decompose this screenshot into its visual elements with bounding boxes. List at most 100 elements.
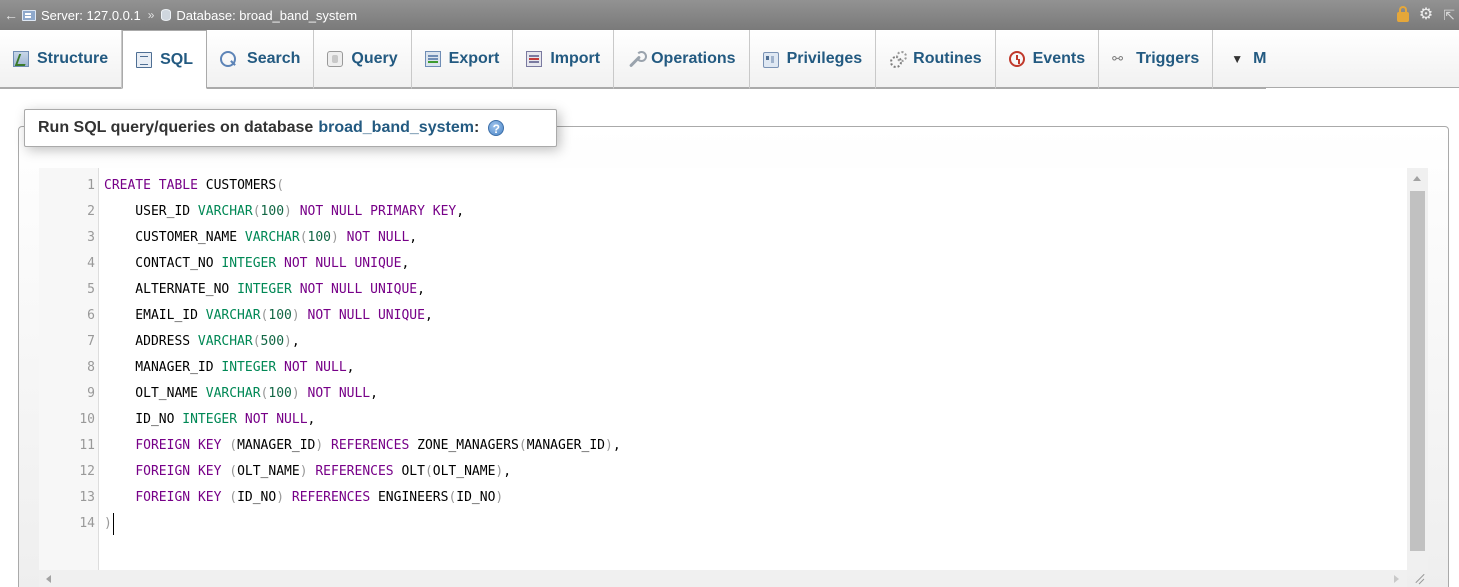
export-icon xyxy=(424,51,441,67)
tab-routines-label: Routines xyxy=(913,50,982,67)
code-line[interactable]: 13 FOREIGN KEY (ID_NO) REFERENCES ENGINE… xyxy=(39,485,1399,511)
tab-search[interactable]: Search xyxy=(207,30,315,89)
line-number: 9 xyxy=(87,386,95,401)
code-text[interactable]: CUSTOMER_NAME VARCHAR(100) NOT NULL, xyxy=(104,225,417,251)
topbar-actions: ⚙ ⇱ xyxy=(1396,0,1459,30)
back-arrow-icon[interactable]: ← xyxy=(0,7,22,23)
privileges-icon xyxy=(762,52,779,68)
tab-import[interactable]: Import xyxy=(513,30,615,89)
caret-down-icon: ▼ xyxy=(1231,52,1244,66)
search-icon xyxy=(220,51,237,67)
sql-editor[interactable]: 1 CREATE TABLE CUSTOMERS(2 USER_ID VARCHA… xyxy=(39,168,1428,570)
line-number: 6 xyxy=(87,308,95,323)
events-icon xyxy=(1008,51,1025,67)
line-number: 7 xyxy=(87,334,95,349)
code-line[interactable]: 7 ADDRESS VARCHAR(500), xyxy=(39,329,1399,355)
tab-query[interactable]: Query xyxy=(314,30,412,89)
code-text[interactable]: CREATE TABLE CUSTOMERS( xyxy=(104,173,284,199)
code-text[interactable]: ADDRESS VARCHAR(500), xyxy=(104,329,299,355)
scrollbar-thumb[interactable] xyxy=(1410,191,1425,551)
routines-icon xyxy=(889,51,908,68)
scroll-right-icon[interactable] xyxy=(1394,575,1399,583)
text-cursor xyxy=(112,512,114,535)
line-number: 3 xyxy=(87,230,95,245)
code-text[interactable]: CONTACT_NO INTEGER NOT NULL UNIQUE, xyxy=(104,251,409,277)
code-text[interactable]: ID_NO INTEGER NOT NULL, xyxy=(104,407,315,433)
editor-horizontal-scrollbar[interactable] xyxy=(39,570,1407,587)
tab-events-label: Events xyxy=(1032,50,1086,67)
line-number: 8 xyxy=(87,360,95,375)
code-text[interactable]: ALTERNATE_NO INTEGER NOT NULL UNIQUE, xyxy=(104,277,425,303)
code-text[interactable]: FOREIGN KEY (ID_NO) REFERENCES ENGINEERS… xyxy=(104,485,503,511)
line-number: 11 xyxy=(79,438,95,453)
code-line[interactable]: 2 USER_ID VARCHAR(100) NOT NULL PRIMARY … xyxy=(39,199,1399,225)
line-number: 4 xyxy=(87,256,95,271)
code-line[interactable]: 12 FOREIGN KEY (OLT_NAME) REFERENCES OLT… xyxy=(39,459,1399,485)
tab-operations[interactable]: Operations xyxy=(614,30,750,89)
code-text[interactable]: USER_ID VARCHAR(100) NOT NULL PRIMARY KE… xyxy=(104,199,464,225)
scroll-up-icon[interactable] xyxy=(1413,176,1421,181)
tab-export-label: Export xyxy=(448,50,500,67)
code-text[interactable]: MANAGER_ID INTEGER NOT NULL, xyxy=(104,355,354,381)
code-line[interactable]: 10 ID_NO INTEGER NOT NULL, xyxy=(39,407,1399,433)
triggers-icon: ⚯ xyxy=(1112,51,1123,66)
tab-privileges-label: Privileges xyxy=(786,50,863,67)
code-line[interactable]: 11 FOREIGN KEY (MANAGER_ID) REFERENCES Z… xyxy=(39,433,1399,459)
editor-vertical-scrollbar[interactable] xyxy=(1407,168,1428,570)
breadcrumb-database[interactable]: Database: broad_band_system xyxy=(161,8,357,23)
code-text[interactable]: FOREIGN KEY (MANAGER_ID) REFERENCES ZONE… xyxy=(104,433,620,459)
code-text[interactable]: OLT_NAME VARCHAR(100) NOT NULL, xyxy=(104,381,378,407)
tab-operations-label: Operations xyxy=(651,50,736,67)
tab-more-label: M xyxy=(1253,50,1267,67)
tab-structure[interactable]: Structure xyxy=(0,30,123,89)
resize-handle-icon[interactable] xyxy=(1412,572,1426,586)
line-number: 2 xyxy=(87,204,95,219)
tab-privileges[interactable]: Privileges xyxy=(749,30,877,89)
code-line[interactable]: 4 CONTACT_NO INTEGER NOT NULL UNIQUE, xyxy=(39,251,1399,277)
gear-icon[interactable]: ⚙ xyxy=(1419,7,1433,23)
tab-structure-label: Structure xyxy=(37,50,109,67)
code-text[interactable]: FOREIGN KEY (OLT_NAME) REFERENCES OLT(OL… xyxy=(104,459,511,485)
code-line[interactable]: 9 OLT_NAME VARCHAR(100) NOT NULL, xyxy=(39,381,1399,407)
code-line[interactable]: 6 EMAIL_ID VARCHAR(100) NOT NULL UNIQUE, xyxy=(39,303,1399,329)
code-line[interactable]: 3 CUSTOMER_NAME VARCHAR(100) NOT NULL, xyxy=(39,225,1399,251)
breadcrumb-server-label[interactable]: Server: 127.0.0.1 xyxy=(41,8,141,23)
tab-routines[interactable]: Routines xyxy=(876,30,996,89)
tab-triggers[interactable]: ⚯ Triggers xyxy=(1099,30,1214,89)
server-icon xyxy=(22,9,36,21)
tab-more[interactable]: ▼ M xyxy=(1213,30,1267,89)
sql-icon xyxy=(136,51,153,68)
line-number: 10 xyxy=(79,412,95,427)
line-number: 13 xyxy=(79,490,95,505)
line-number: 14 xyxy=(79,516,95,531)
query-icon xyxy=(327,51,344,67)
sql-panel-heading-text: Run SQL query/queries on database xyxy=(38,119,314,136)
breadcrumb-server[interactable]: Server: 127.0.0.1 xyxy=(22,8,141,23)
code-line[interactable]: 5 ALTERNATE_NO INTEGER NOT NULL UNIQUE, xyxy=(39,277,1399,303)
line-number: 1 xyxy=(87,178,95,193)
top-breadcrumb-bar: ← Server: 127.0.0.1 » Database: broad_ba… xyxy=(0,0,1459,30)
help-icon[interactable]: ? xyxy=(488,120,505,136)
code-line[interactable]: 14) xyxy=(39,511,1399,537)
tab-events[interactable]: Events xyxy=(995,30,1100,89)
tab-sql[interactable]: SQL xyxy=(122,30,208,89)
collapse-icon[interactable]: ⇱ xyxy=(1443,7,1455,24)
lock-icon[interactable] xyxy=(1396,6,1409,22)
code-line[interactable]: 8 MANAGER_ID INTEGER NOT NULL, xyxy=(39,355,1399,381)
code-text[interactable]: ) xyxy=(104,511,114,537)
tab-import-label: Import xyxy=(550,50,601,67)
tab-export[interactable]: Export xyxy=(411,30,514,89)
line-number: 5 xyxy=(87,282,95,297)
sql-panel-heading-colon: : xyxy=(473,119,480,136)
breadcrumb-separator: » xyxy=(147,8,155,22)
scroll-left-icon[interactable] xyxy=(46,575,51,583)
tab-search-label: Search xyxy=(247,50,301,67)
breadcrumb-database-label[interactable]: Database: broad_band_system xyxy=(176,8,357,23)
tab-sql-label: SQL xyxy=(160,50,194,68)
tab-triggers-label: Triggers xyxy=(1136,50,1200,67)
database-icon xyxy=(161,9,172,21)
tab-bar: Structure SQL Search Query Export Import… xyxy=(0,30,1459,89)
structure-icon xyxy=(13,51,29,67)
code-line[interactable]: 1 CREATE TABLE CUSTOMERS( xyxy=(39,173,1399,199)
code-text[interactable]: EMAIL_ID VARCHAR(100) NOT NULL UNIQUE, xyxy=(104,303,432,329)
